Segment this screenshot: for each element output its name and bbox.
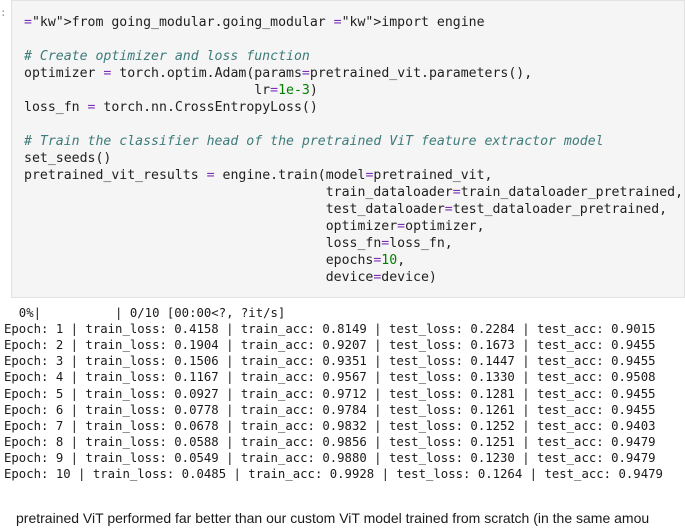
code-line: optimizer=optimizer, bbox=[24, 219, 485, 234]
code-cell[interactable]: ="kw">from going_modular.going_modular =… bbox=[11, 0, 685, 298]
epoch-log-line: Epoch: 8 | train_loss: 0.0588 | train_ac… bbox=[4, 434, 656, 449]
cell-output: 0%| | 0/10 [00:00<?, ?it/s] Epoch: 1 | t… bbox=[0, 305, 685, 500]
epoch-log-line: Epoch: 3 | train_loss: 0.1506 | train_ac… bbox=[4, 354, 656, 369]
code-line: test_dataloader=test_dataloader_pretrain… bbox=[24, 202, 668, 217]
code-line: epochs=10, bbox=[24, 253, 406, 268]
epoch-log-line: Epoch: 5 | train_loss: 0.0927 | train_ac… bbox=[4, 386, 656, 401]
code-line: optimizer = torch.optim.Adam(params=pret… bbox=[24, 66, 533, 81]
code-line: device=device) bbox=[24, 270, 437, 285]
progress-bar-text: 0%| | 0/10 [00:00<?, ?it/s] bbox=[4, 306, 286, 320]
code-line: lr=1e-3) bbox=[24, 83, 318, 98]
epoch-log-line: Epoch: 10 | train_loss: 0.0485 | train_a… bbox=[4, 467, 663, 481]
code-line: loss_fn = torch.nn.CrossEntropyLoss() bbox=[24, 100, 318, 115]
code-line: set_seeds() bbox=[24, 151, 112, 166]
code-line: # Create optimizer and loss function bbox=[24, 49, 310, 64]
code-line: # Train the classifier head of the pretr… bbox=[24, 134, 604, 149]
epoch-log-line: Epoch: 6 | train_loss: 0.0778 | train_ac… bbox=[4, 402, 656, 417]
code-line: ="kw">from going_modular.going_modular =… bbox=[24, 15, 485, 30]
epoch-log-line: Epoch: 1 | train_loss: 0.4158 | train_ac… bbox=[4, 322, 656, 337]
markdown-paragraph: pretrained ViT performed far better than… bbox=[16, 510, 650, 526]
epoch-log-line: Epoch: 2 | train_loss: 0.1904 | train_ac… bbox=[4, 338, 656, 353]
code-line: pretrained_vit_results = engine.train(mo… bbox=[24, 168, 493, 183]
code-line: train_dataloader=train_dataloader_pretra… bbox=[24, 185, 684, 200]
code-line: loss_fn=loss_fn, bbox=[24, 236, 453, 251]
epoch-log-line: Epoch: 4 | train_loss: 0.1167 | train_ac… bbox=[4, 370, 656, 385]
cell-collapse-handle[interactable]: : bbox=[0, 7, 7, 28]
epoch-log-line: Epoch: 7 | train_loss: 0.0678 | train_ac… bbox=[4, 418, 656, 433]
epoch-log-line: Epoch: 9 | train_loss: 0.0549 | train_ac… bbox=[4, 450, 656, 465]
